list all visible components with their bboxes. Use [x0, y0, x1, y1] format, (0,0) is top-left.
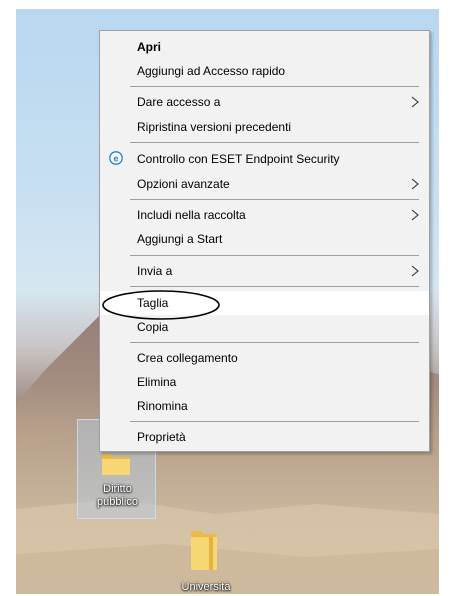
menu-item-label: Aggiungi ad Accesso rapido	[137, 64, 286, 78]
menu-separator	[130, 255, 419, 256]
folder-icon	[102, 454, 130, 475]
menu-separator	[130, 142, 419, 143]
menu-item-eset-scan[interactable]: e Controllo con ESET Endpoint Security	[100, 147, 429, 171]
menu-item-crea-collegamento[interactable]: Crea collegamento	[100, 346, 429, 370]
menu-item-aggiungi-start[interactable]: Aggiungi a Start	[100, 227, 429, 251]
folder-label: Università	[181, 581, 231, 593]
menu-item-apri[interactable]: Apri	[100, 35, 429, 59]
menu-item-label: Includi nella raccolta	[137, 208, 246, 222]
menu-separator	[130, 421, 419, 422]
menu-item-elimina[interactable]: Elimina	[100, 370, 429, 394]
menu-item-label: Copia	[137, 320, 169, 334]
menu-item-label: Taglia	[137, 296, 169, 310]
menu-item-label: Crea collegamento	[137, 351, 238, 365]
menu-item-proprieta[interactable]: Proprietà	[100, 425, 429, 449]
menu-item-label: Opzioni avanzate	[137, 177, 230, 191]
folder-label: Diritto pubblico	[97, 483, 138, 508]
menu-separator	[130, 286, 419, 287]
menu-item-invia-a[interactable]: Invia a	[100, 259, 429, 283]
menu-item-includi-raccolta[interactable]: Includi nella raccolta	[100, 203, 429, 227]
menu-item-label: Aggiungi a Start	[137, 232, 223, 246]
menu-item-label: Apri	[137, 40, 161, 54]
chevron-right-icon	[411, 265, 419, 277]
folder-icon	[191, 531, 217, 570]
menu-item-label: Dare accesso a	[137, 95, 221, 109]
menu-item-ripristina-versioni[interactable]: Ripristina versioni precedenti	[100, 115, 429, 139]
menu-item-dare-accesso[interactable]: Dare accesso a	[100, 90, 429, 114]
menu-item-label: Controllo con ESET Endpoint Security	[137, 152, 340, 166]
menu-item-taglia[interactable]: Taglia	[100, 291, 429, 315]
menu-separator	[130, 199, 419, 200]
menu-item-copia[interactable]: Copia	[100, 315, 429, 339]
menu-item-label: Proprietà	[137, 430, 186, 444]
context-menu: Apri Aggiungi ad Accesso rapido Dare acc…	[99, 30, 430, 452]
eset-icon: e	[109, 151, 123, 165]
chevron-right-icon	[411, 178, 419, 190]
menu-item-opzioni-avanzate[interactable]: Opzioni avanzate	[100, 172, 429, 196]
menu-item-label: Ripristina versioni precedenti	[137, 120, 292, 134]
svg-text:e: e	[113, 153, 118, 163]
menu-separator	[130, 342, 419, 343]
menu-separator	[130, 86, 419, 87]
menu-item-label: Invia a	[137, 264, 173, 278]
chevron-right-icon	[411, 209, 419, 221]
menu-item-aggiungi-accesso-rapido[interactable]: Aggiungi ad Accesso rapido	[100, 59, 429, 83]
menu-item-label: Rinomina	[137, 399, 188, 413]
chevron-right-icon	[411, 96, 419, 108]
menu-item-label: Elimina	[137, 375, 177, 389]
folder-universita[interactable]: Università	[161, 529, 251, 594]
menu-item-rinomina[interactable]: Rinomina	[100, 394, 429, 418]
